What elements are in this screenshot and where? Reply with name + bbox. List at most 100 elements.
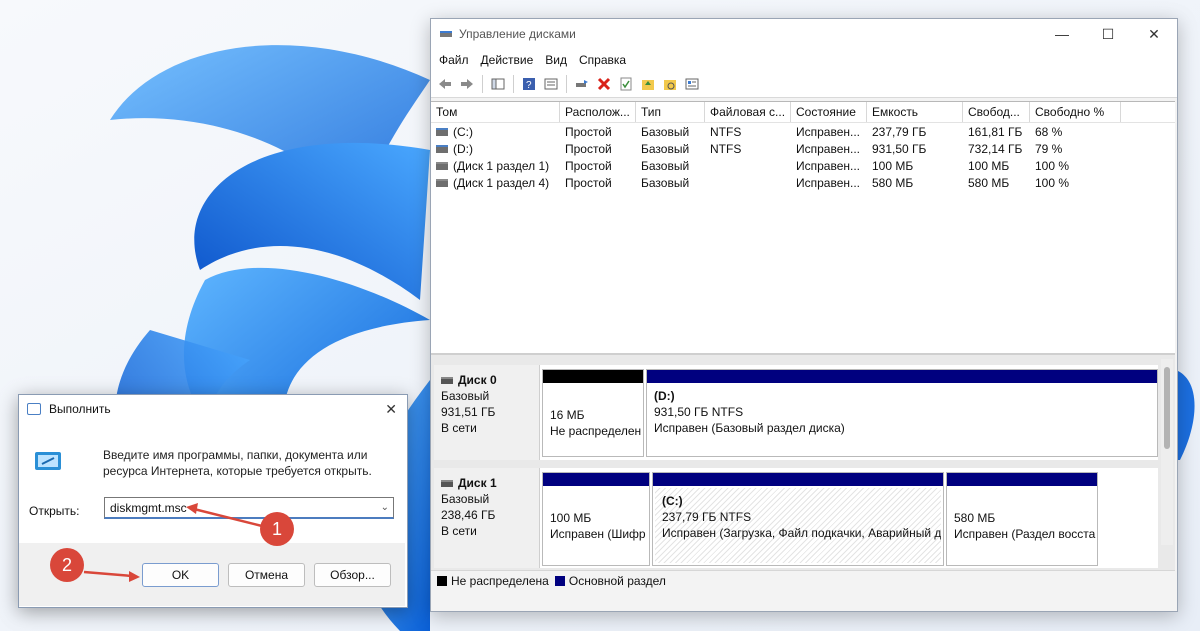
cell-layout: Простой xyxy=(565,175,612,190)
partition-size: 100 МБ xyxy=(550,511,592,525)
open-input-value[interactable]: diskmgmt.msc xyxy=(105,501,187,515)
help-icon[interactable]: ? xyxy=(519,74,539,94)
console-tree-icon[interactable] xyxy=(488,74,508,94)
cell-type: Базовый xyxy=(641,175,690,190)
column-header-volume[interactable]: Том xyxy=(431,102,560,122)
volume-list-header: Том Располож... Тип Файловая с... Состоя… xyxy=(431,102,1175,123)
disk-status: В сети xyxy=(441,524,477,538)
partition-c[interactable]: (C:) 237,79 ГБ NTFS Исправен (Загрузка, … xyxy=(652,472,944,566)
legend: Не распределена Основной раздел xyxy=(431,570,1175,590)
back-arrow-icon[interactable] xyxy=(435,74,455,94)
partition-status: Исправен (Шифр xyxy=(550,527,646,541)
partition-d[interactable]: (D:) 931,50 ГБ NTFS Исправен (Базовый ра… xyxy=(646,369,1158,457)
partition-unallocated[interactable]: 16 МБ Не распределен xyxy=(542,369,644,457)
primary-partition-bar xyxy=(947,473,1097,486)
menu-bar: Файл Действие Вид Справка xyxy=(431,49,1177,71)
cell-filesystem: NTFS xyxy=(710,141,742,156)
cell-free-space: 100 МБ xyxy=(968,158,1010,173)
disk-management-window: Управление дисками — ☐ ✕ Файл Действие В… xyxy=(430,18,1178,612)
partition-name: (D:) xyxy=(654,389,675,403)
run-close-button[interactable]: ✕ xyxy=(385,401,397,418)
primary-partition-bar xyxy=(647,370,1157,383)
column-header-layout[interactable]: Располож... xyxy=(560,102,636,122)
partition-size: 580 МБ xyxy=(954,511,996,525)
unallocated-bar xyxy=(543,370,643,383)
disk-name: Диск 0 xyxy=(458,373,497,387)
maximize-button[interactable]: ☐ xyxy=(1085,19,1131,49)
primary-partition-bar xyxy=(653,473,943,486)
volume-name: (D:) xyxy=(453,141,473,156)
step-badge-1: 1 xyxy=(260,512,294,546)
connect-icon[interactable] xyxy=(572,74,592,94)
cell-type: Базовый xyxy=(641,124,690,139)
browse-button[interactable]: Обзор... xyxy=(314,563,391,587)
menu-help[interactable]: Справка xyxy=(573,53,632,67)
partition-status: Не распределен xyxy=(550,424,642,438)
partition-size: 931,50 ГБ NTFS xyxy=(654,405,744,419)
disk-0-row: Диск 0 Базовый 931,51 ГБ В сети 16 МБ Не… xyxy=(434,365,1158,460)
close-button[interactable]: ✕ xyxy=(1131,19,1177,49)
menu-view[interactable]: Вид xyxy=(539,53,573,67)
volume-list: Том Располож... Тип Файловая с... Состоя… xyxy=(431,101,1175,367)
cell-free-percent: 68 % xyxy=(1035,124,1063,139)
vertical-scrollbar[interactable] xyxy=(1161,359,1173,545)
table-row[interactable]: (C:) Простой Базовый NTFS Исправен... 23… xyxy=(431,123,1175,140)
legend-primary: Основной раздел xyxy=(568,573,666,588)
delete-x-icon[interactable] xyxy=(594,74,614,94)
partition-recovery[interactable]: 580 МБ Исправен (Раздел восста xyxy=(946,472,1098,566)
volume-name: (Диск 1 раздел 1) xyxy=(453,158,550,173)
disk-size: 238,46 ГБ xyxy=(441,508,496,522)
menu-file[interactable]: Файл xyxy=(433,53,475,67)
chevron-down-icon[interactable]: ⌄ xyxy=(381,502,389,513)
details-icon[interactable] xyxy=(682,74,702,94)
cell-capacity: 580 МБ xyxy=(872,175,914,190)
primary-partition-bar xyxy=(543,473,649,486)
menu-action[interactable]: Действие xyxy=(475,53,540,67)
properties-list-icon[interactable] xyxy=(541,74,561,94)
cell-free-space: 580 МБ xyxy=(968,175,1010,190)
column-header-free-space[interactable]: Свобод... xyxy=(963,102,1030,122)
column-header-free-percent[interactable]: Свободно % xyxy=(1030,102,1121,122)
run-title-bar: Выполнить ✕ xyxy=(19,395,407,423)
partition-efi[interactable]: 100 МБ Исправен (Шифр xyxy=(542,472,650,566)
partition-status: Исправен (Раздел восста xyxy=(954,527,1096,541)
partition-size: 16 МБ xyxy=(550,408,585,422)
disk-0-label[interactable]: Диск 0 Базовый 931,51 ГБ В сети xyxy=(434,365,540,460)
cell-free-space: 161,81 ГБ xyxy=(968,124,1023,139)
folder-up-icon[interactable] xyxy=(638,74,658,94)
table-row[interactable]: (Диск 1 раздел 1) Простой Базовый Исправ… xyxy=(431,157,1175,174)
column-header-capacity[interactable]: Емкость xyxy=(867,102,963,122)
table-row[interactable]: (D:) Простой Базовый NTFS Исправен... 93… xyxy=(431,140,1175,157)
column-header-type[interactable]: Тип xyxy=(636,102,705,122)
column-header-status[interactable]: Состояние xyxy=(791,102,867,122)
ok-button[interactable]: OK xyxy=(142,563,219,587)
disk-icon xyxy=(441,480,453,488)
cell-layout: Простой xyxy=(565,158,612,173)
forward-arrow-icon[interactable] xyxy=(457,74,477,94)
open-label: Открыть: xyxy=(29,504,80,518)
partition-name: (C:) xyxy=(662,494,683,508)
check-icon[interactable] xyxy=(616,74,636,94)
folder-find-icon[interactable] xyxy=(660,74,680,94)
minimize-button[interactable]: — xyxy=(1039,19,1085,49)
disk-icon xyxy=(441,377,453,385)
run-title: Выполнить xyxy=(49,402,111,416)
cell-filesystem: NTFS xyxy=(710,124,742,139)
column-header-filesystem[interactable]: Файловая с... xyxy=(705,102,791,122)
disk-status: В сети xyxy=(441,421,477,435)
cancel-button[interactable]: Отмена xyxy=(228,563,305,587)
disk-1-label[interactable]: Диск 1 Базовый 238,46 ГБ В сети xyxy=(434,468,540,568)
open-combobox[interactable]: diskmgmt.msc ⌄ xyxy=(104,497,394,519)
run-description: Введите имя программы, папки, документа … xyxy=(103,448,372,478)
cell-type: Базовый xyxy=(641,158,690,173)
volume-name: (C:) xyxy=(453,124,473,139)
toolbar: ? xyxy=(431,71,1177,98)
table-row[interactable]: (Диск 1 раздел 4) Простой Базовый Исправ… xyxy=(431,174,1175,191)
run-icon xyxy=(35,452,61,470)
partition-status: Исправен (Загрузка, Файл подкачки, Авари… xyxy=(662,526,941,540)
disk-size: 931,51 ГБ xyxy=(441,405,496,419)
cell-status: Исправен... xyxy=(796,175,861,190)
run-app-icon xyxy=(27,403,41,415)
cell-free-percent: 100 % xyxy=(1035,175,1070,190)
volume-icon xyxy=(436,145,448,154)
